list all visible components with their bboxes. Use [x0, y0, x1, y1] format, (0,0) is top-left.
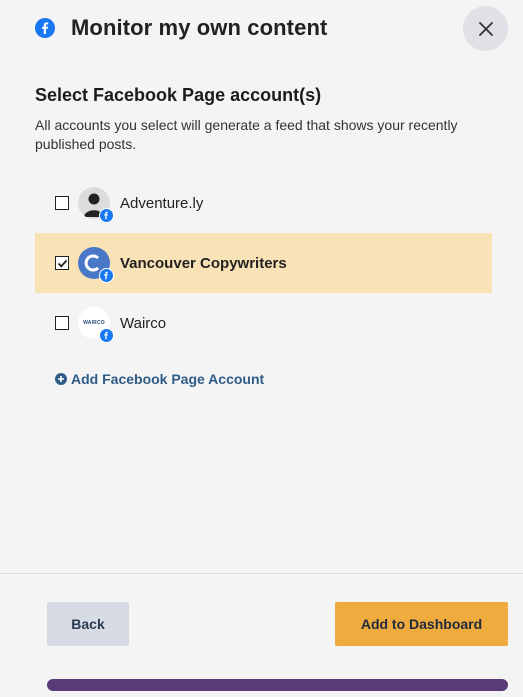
- add-account-label: Add Facebook Page Account: [71, 371, 265, 387]
- avatar: [78, 187, 114, 223]
- add-to-dashboard-button[interactable]: Add to Dashboard: [335, 602, 508, 646]
- section-description: All accounts you select will generate a …: [35, 117, 458, 152]
- section-title: Select Facebook Page account(s): [35, 85, 322, 105]
- close-icon: [478, 21, 493, 36]
- account-row-wairco[interactable]: WAIRCO Wairco: [35, 293, 492, 353]
- account-name: Wairco: [120, 314, 167, 332]
- facebook-badge-icon: [99, 208, 114, 223]
- bottom-scroll-bar: [47, 679, 508, 691]
- back-button[interactable]: Back: [47, 602, 129, 646]
- footer-divider: [0, 573, 523, 574]
- facebook-icon: [35, 18, 55, 38]
- facebook-badge-icon: [99, 328, 114, 343]
- close-button[interactable]: [463, 6, 508, 51]
- account-row-adventurely[interactable]: Adventure.ly: [35, 173, 492, 233]
- account-checkbox[interactable]: [55, 316, 69, 330]
- wairco-logo-text: WAIRCO: [83, 320, 105, 326]
- account-row-vancouver-copywriters[interactable]: Vancouver Copywriters: [35, 233, 492, 293]
- account-checkbox[interactable]: [55, 256, 69, 270]
- modal-header: Monitor my own content: [0, 0, 523, 58]
- account-checkbox[interactable]: [55, 196, 69, 210]
- checkmark-icon: [57, 259, 67, 268]
- modal-title: Monitor my own content: [71, 15, 328, 40]
- avatar: WAIRCO: [78, 307, 114, 343]
- plus-circle-icon: [55, 373, 67, 385]
- account-name: Vancouver Copywriters: [120, 254, 287, 272]
- avatar: [78, 247, 114, 283]
- account-name: Adventure.ly: [120, 194, 204, 212]
- facebook-badge-icon: [99, 268, 114, 283]
- add-facebook-page-account-link[interactable]: Add Facebook Page Account: [55, 371, 264, 387]
